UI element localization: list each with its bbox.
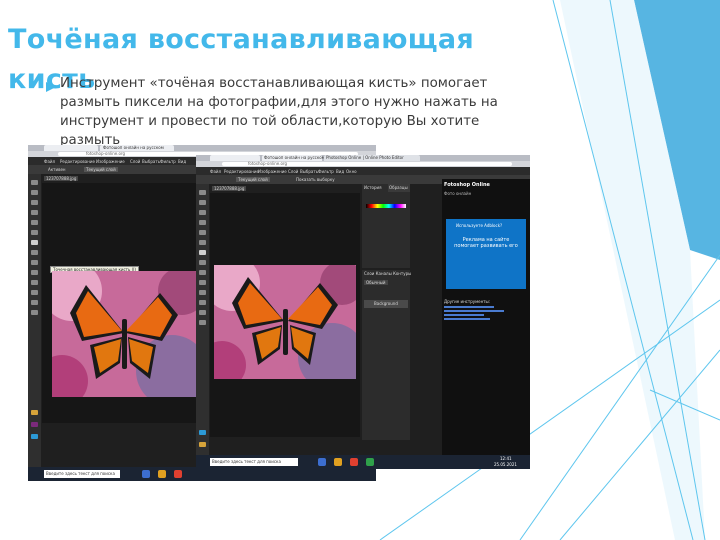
menu-item[interactable]: Выбрать	[142, 159, 160, 164]
layer-row[interactable]: Background	[364, 300, 408, 308]
taskbar-app-icon[interactable]	[174, 470, 182, 478]
menu-item[interactable]: Файл	[44, 159, 55, 164]
tool-link[interactable]	[444, 314, 484, 316]
marquee-tool-icon[interactable]	[199, 200, 206, 205]
marquee-tool-icon[interactable]	[31, 190, 38, 195]
tool-link[interactable]	[444, 310, 504, 312]
browser-tab-label: Фотошоп онлайн на русском	[103, 145, 164, 150]
taskbar-clock-date: 25.05.2021	[494, 462, 517, 467]
app-icon[interactable]	[31, 422, 38, 427]
crop-tool-icon[interactable]	[31, 220, 38, 225]
lasso-tool-icon[interactable]	[31, 200, 38, 205]
browser-tab-label: Фотошоп онлайн на русском	[264, 155, 325, 160]
menu-item[interactable]: Вид	[178, 159, 186, 164]
slide-body-text: Инструмент «точёная восстанавливающая ки…	[60, 76, 498, 148]
menu-item[interactable]: Выбрать	[300, 169, 318, 174]
brush-tool-icon[interactable]	[31, 250, 38, 255]
spot-healing-brush-icon[interactable]	[199, 250, 206, 255]
move-tool-icon[interactable]	[31, 180, 38, 185]
windows-taskbar: Введите здесь текст для поиска	[28, 467, 376, 481]
lasso-tool-icon[interactable]	[199, 210, 206, 215]
site-subtitle: Фото онлайн	[444, 191, 472, 196]
swatches-strip[interactable]	[366, 204, 406, 208]
menu-item[interactable]: Слой	[130, 159, 140, 164]
menu-item[interactable]: Изображение	[96, 159, 125, 164]
document-tab[interactable]: 123707888.jpg	[212, 186, 247, 191]
document-tab[interactable]: 123707888.jpg	[44, 176, 79, 181]
swatches-panel-header: Образцы	[388, 184, 410, 192]
tool-link[interactable]	[444, 306, 494, 308]
taskbar-app-icon[interactable]	[334, 458, 342, 466]
zoom-tool-icon[interactable]	[31, 310, 38, 315]
browser-tab-label: Photoshop Online | Online Photo Editor	[326, 155, 404, 160]
text-tool-icon[interactable]	[31, 290, 38, 295]
taskbar-clock-time: 12:41	[500, 456, 512, 461]
stamp-tool-icon[interactable]	[199, 270, 206, 275]
menu-item[interactable]: Файл	[210, 169, 221, 174]
move-tool-icon[interactable]	[199, 190, 206, 195]
site-sidebar: Fotoshop Online Фото онлайн Используете …	[442, 179, 530, 455]
brush-tool-icon[interactable]	[199, 260, 206, 265]
history-tab[interactable]: История	[364, 185, 382, 190]
layers-tabs[interactable]: Слои Каналы Контуры	[364, 271, 411, 276]
eyedropper-tool-icon[interactable]	[199, 240, 206, 245]
taskbar-search[interactable]: Введите здесь текст для поиска	[44, 470, 120, 478]
show-selection-toggle[interactable]: Показать выборку	[296, 177, 335, 182]
taskbar-app-icon[interactable]	[318, 458, 326, 466]
menu-item[interactable]: Фильтр	[160, 159, 176, 164]
hand-tool-icon[interactable]	[31, 300, 38, 305]
blend-mode-select[interactable]: Обычный	[364, 280, 388, 285]
gradient-tool-icon[interactable]	[199, 290, 206, 295]
browser-tab[interactable]: Photoshop Online | Online Photo Editor	[324, 155, 420, 161]
stamp-tool-icon[interactable]	[31, 260, 38, 265]
layer-select[interactable]: Текущий слой	[236, 177, 270, 182]
browser-chrome: Фотошоп онлайн на русском Photoshop Onli…	[196, 155, 530, 167]
adblock-banner[interactable]: Используете Adblock? Реклама на сайте по…	[446, 219, 526, 289]
tool-link[interactable]	[444, 318, 490, 320]
butterfly-photo	[214, 265, 356, 379]
spot-healing-brush-icon[interactable]	[31, 240, 38, 245]
bullet-arrow-icon	[46, 82, 56, 92]
site-title[interactable]: Fotoshop Online	[444, 183, 490, 188]
crop-tool-icon[interactable]	[199, 230, 206, 235]
zoom-tool-icon[interactable]	[199, 320, 206, 325]
menu-item[interactable]: Вид	[336, 169, 344, 174]
app-menubar: Файл Редактирование Изображение Слой Выб…	[196, 167, 530, 175]
address-bar[interactable]: fotoshop-online.org	[222, 161, 512, 166]
taskbar-app-icon[interactable]	[366, 458, 374, 466]
app-icon[interactable]	[199, 430, 206, 435]
menu-item[interactable]: Окно	[346, 169, 357, 174]
layer-select[interactable]: Текущий слой	[84, 167, 118, 172]
history-panel: История	[362, 184, 410, 268]
tools-panel	[28, 174, 41, 467]
wand-tool-icon[interactable]	[31, 210, 38, 215]
hand-tool-icon[interactable]	[199, 310, 206, 315]
menu-item[interactable]: Фильтр	[318, 169, 334, 174]
text-tool-icon[interactable]	[199, 300, 206, 305]
screenshot-photoshop-front: Фотошоп онлайн на русском Photoshop Onli…	[196, 155, 530, 469]
taskbar-app-icon[interactable]	[158, 470, 166, 478]
menu-item[interactable]: Слой	[288, 169, 298, 174]
eraser-tool-icon[interactable]	[31, 270, 38, 275]
app-icon[interactable]	[199, 442, 206, 447]
taskbar-app-icon[interactable]	[142, 470, 150, 478]
menu-item[interactable]: Редактирование	[60, 159, 95, 164]
taskbar-app-icon[interactable]	[350, 458, 358, 466]
layers-panel: Слои Каналы Контуры Обычный Background	[362, 270, 411, 440]
extension-icon[interactable]	[31, 410, 38, 415]
other-tools-heading: Другие инструменты:	[444, 299, 491, 304]
taskbar-search[interactable]: Введите здесь текст для поиска	[210, 458, 298, 466]
eyedropper-tool-icon[interactable]	[31, 230, 38, 235]
windows-taskbar: Введите здесь текст для поиска 12:41 25.…	[196, 455, 530, 469]
wand-tool-icon[interactable]	[199, 220, 206, 225]
eraser-tool-icon[interactable]	[199, 280, 206, 285]
tools-panel	[196, 184, 209, 455]
butterfly-photo	[52, 271, 196, 397]
app-icon[interactable]	[31, 434, 38, 439]
menu-item[interactable]: Изображение	[258, 169, 287, 174]
menu-item[interactable]: Редактирование	[224, 169, 259, 174]
gradient-tool-icon[interactable]	[31, 280, 38, 285]
